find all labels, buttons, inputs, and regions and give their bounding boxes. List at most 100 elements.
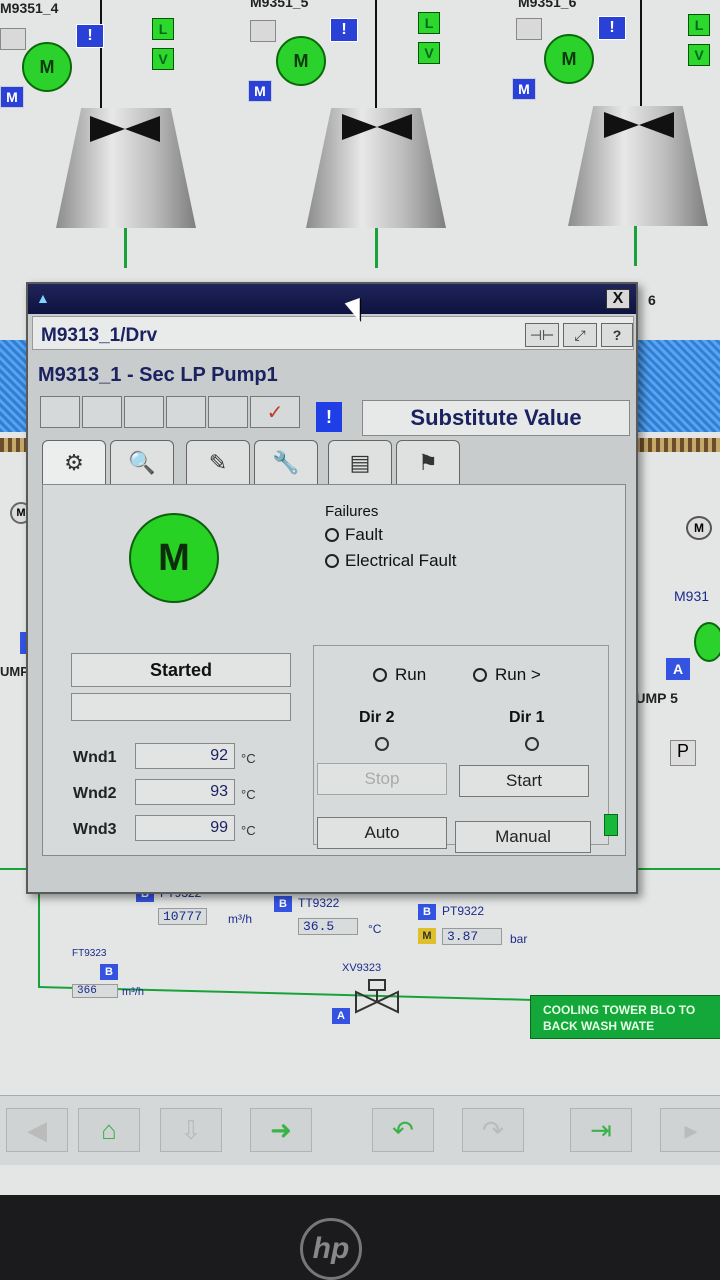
undo-icon[interactable]: ↶ xyxy=(372,1108,434,1152)
status-cell xyxy=(40,396,80,428)
tab-maintenance-icon[interactable]: 🔧 xyxy=(254,440,318,484)
valve-tag: XV9323 xyxy=(342,962,382,974)
p-box[interactable]: P xyxy=(670,740,696,766)
dialog-subtitle: M9313_1 - Sec LP Pump1 xyxy=(38,364,278,386)
app-icon: ▲ xyxy=(36,290,50,306)
l-indicator: L xyxy=(152,18,174,40)
right-tag: M931 xyxy=(674,588,710,604)
tab-standard-icon[interactable]: ⚙ xyxy=(42,440,106,484)
fault-radio xyxy=(325,528,339,542)
m-badge: M xyxy=(418,928,436,944)
connector-icon xyxy=(604,814,618,836)
v-indicator: V xyxy=(418,42,440,64)
control-panel xyxy=(313,645,609,845)
instrument-unit: m³/h xyxy=(228,912,252,926)
tab-alarm-icon[interactable]: 🔍 xyxy=(110,440,174,484)
winding-value: 99 xyxy=(135,815,235,841)
faceplate-dialog: ▲ X M9313_1/Drv ⊣⊢ ⤢ ? M9313_1 - Sec LP … xyxy=(26,282,638,894)
run-forward-indicator: Run > xyxy=(473,665,541,685)
right-number: 6 xyxy=(648,292,656,308)
alarm-button[interactable]: ! xyxy=(76,24,104,48)
dir1-radio[interactable] xyxy=(525,737,539,751)
back-icon[interactable]: ◀ xyxy=(6,1108,68,1152)
redo-icon[interactable]: ↷ xyxy=(462,1108,524,1152)
winding-value: 93 xyxy=(135,779,235,805)
tab-parameter-icon[interactable]: ✎ xyxy=(186,440,250,484)
run-radio xyxy=(373,668,387,682)
dir2-radio[interactable] xyxy=(375,737,389,751)
maximize-icon[interactable]: ⤢ xyxy=(563,323,597,347)
flow-line xyxy=(634,226,637,266)
instrument-value: 366 xyxy=(72,984,118,998)
help-button[interactable]: ? xyxy=(601,323,633,347)
right-motor-green-icon[interactable] xyxy=(694,622,720,662)
substitute-icon: ✓ xyxy=(250,396,300,428)
pin-icon[interactable]: ⊣⊢ xyxy=(525,323,559,347)
status-box xyxy=(0,28,26,50)
manual-badge: M xyxy=(512,78,536,100)
status-cell xyxy=(82,396,122,428)
run-forward-label: Run > xyxy=(495,665,541,684)
electrical-fault-radio xyxy=(325,554,339,568)
motor-icon[interactable]: M xyxy=(22,42,72,92)
stop-button[interactable]: Stop xyxy=(317,763,447,795)
electrical-fault-indicator: Electrical Fault xyxy=(325,551,456,571)
b-badge: B xyxy=(418,904,436,920)
tower-tag: M9351_5 xyxy=(250,0,309,10)
tower-tag: M9351_6 xyxy=(518,0,577,10)
b-badge: B xyxy=(274,896,292,912)
winding-label: Wnd2 xyxy=(73,785,117,802)
home-icon[interactable]: ⌂ xyxy=(78,1108,140,1152)
faceplate-body: M Failures Fault Electrical Fault Starte… xyxy=(42,484,626,856)
instrument-value: 3.87 xyxy=(442,928,502,945)
instrument-unit: bar xyxy=(510,932,528,946)
pipe xyxy=(640,0,642,110)
fan-icon xyxy=(342,114,412,140)
winding-unit: °C xyxy=(241,787,256,802)
alarm-button[interactable]: ! xyxy=(330,18,358,42)
start-button[interactable]: Start xyxy=(459,765,589,797)
manual-badge: M xyxy=(0,86,24,108)
right-motor-icon[interactable]: M xyxy=(686,516,712,540)
dialog-titlebar[interactable]: ▲ X xyxy=(28,284,636,314)
valve-icon xyxy=(355,979,399,1014)
l-indicator: L xyxy=(418,12,440,34)
hp-logo: hp xyxy=(300,1218,362,1280)
goto-icon[interactable]: ⇥ xyxy=(570,1108,632,1152)
view-tabs: ⚙ 🔍 ✎ 🔧 ▤ ⚑ xyxy=(42,440,482,484)
instrument-tag: FT9323 xyxy=(72,948,107,959)
fault-label: Fault xyxy=(345,525,383,544)
pipe xyxy=(100,0,102,110)
dialog-header: M9313_1/Drv ⊣⊢ ⤢ ? xyxy=(32,316,634,350)
fan-icon xyxy=(604,112,674,138)
auto-button[interactable]: Auto xyxy=(317,817,447,849)
instrument-tag: TT9322 xyxy=(298,896,340,910)
motor-icon[interactable]: M xyxy=(276,36,326,86)
status-box xyxy=(250,20,276,42)
close-button[interactable]: X xyxy=(606,289,630,309)
more-icon[interactable]: ▸ xyxy=(660,1108,720,1152)
motor-state-secondary xyxy=(71,693,291,721)
instrument-unit: °C xyxy=(368,922,382,936)
dialog-title: M9313_1/Drv xyxy=(41,325,158,346)
hmi-screen: M9351_4 M ! L V M M9351_5 M ! L V M M935… xyxy=(0,0,720,1195)
pump-label: UMP xyxy=(0,664,29,679)
status-cell xyxy=(166,396,206,428)
winding-unit: °C xyxy=(241,751,256,766)
alarm-button[interactable]: ! xyxy=(598,16,626,40)
run-label: Run xyxy=(395,665,427,684)
dir2-label: Dir 2 xyxy=(359,709,395,726)
navigation-bar: ◀ ⌂ ⇩ ➜ ↶ ↷ ⇥ ▸ xyxy=(0,1095,720,1165)
winding-value: 92 xyxy=(135,743,235,769)
run-forward-radio xyxy=(473,668,487,682)
cooling-tower-link-button[interactable]: COOLING TOWER BLO TO BACK WASH WATE xyxy=(530,995,720,1039)
down-icon[interactable]: ⇩ xyxy=(160,1108,222,1152)
manual-button[interactable]: Manual xyxy=(455,821,591,853)
winding-label: Wnd1 xyxy=(73,749,117,766)
failures-label: Failures xyxy=(325,503,379,520)
tab-trend-icon[interactable]: ▤ xyxy=(328,440,392,484)
tab-batch-icon[interactable]: ⚑ xyxy=(396,440,460,484)
fan-icon xyxy=(90,116,160,142)
forward-icon[interactable]: ➜ xyxy=(250,1108,312,1152)
motor-icon[interactable]: M xyxy=(544,34,594,84)
